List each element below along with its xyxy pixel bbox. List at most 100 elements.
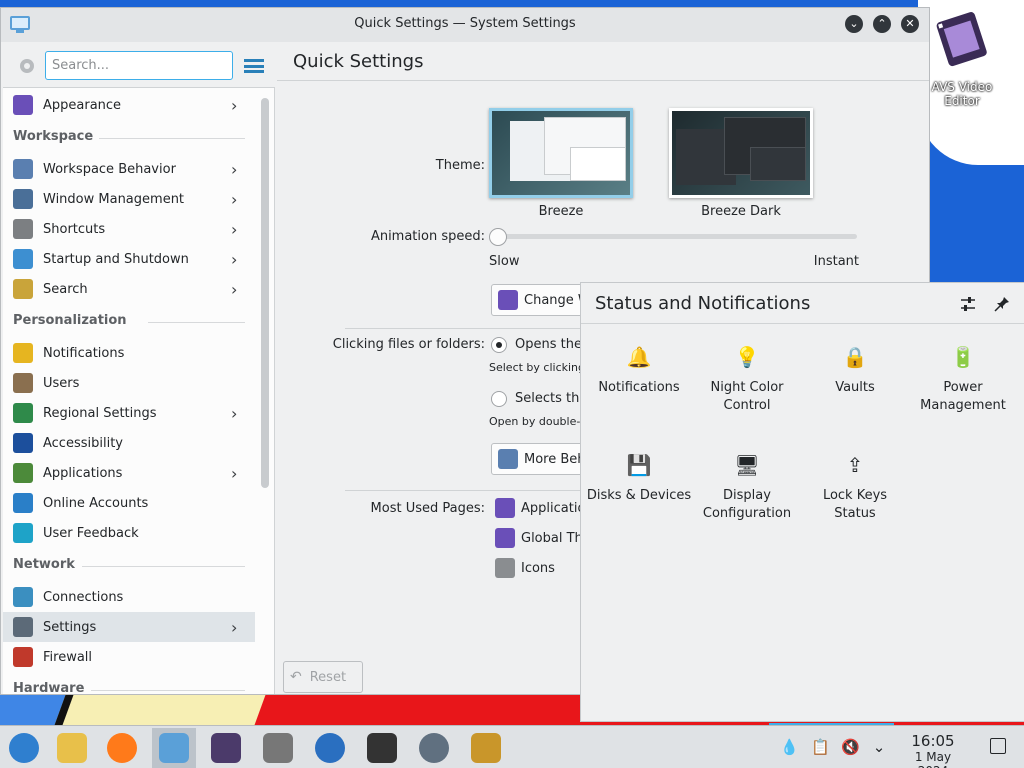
sidebar-item-firewall[interactable]: Firewall [3,642,255,672]
accessibility-icon [13,433,33,453]
configure-icon[interactable] [959,295,977,313]
popup-item-disks-devices[interactable]: 💾 Disks & Devices [585,451,693,505]
popup-item-night-color-control[interactable]: 💡 Night Color Control [693,343,801,415]
sidebar-item-startup-and-shutdown[interactable]: Startup and Shutdown › [3,244,255,274]
taskbar-kde-app[interactable] [308,728,352,768]
sidebar-item-label: Notifications [43,345,125,361]
most-used-icons[interactable]: Icons [495,558,555,578]
sidebar-item-search[interactable]: Search › [3,274,255,304]
sidebar-scrollbar[interactable] [261,98,269,488]
icons-icon [495,558,515,578]
taskbar-system-settings[interactable] [152,728,196,768]
bulb-icon: 💡 [734,345,760,369]
sidebar-item-regional-settings[interactable]: Regional Settings › [3,398,255,428]
reset-button[interactable]: ↶ Reset [283,661,363,693]
sidebar-item-notifications[interactable]: Notifications [3,338,255,368]
avs-video-editor-label[interactable]: AVS Video Editor [922,80,1002,108]
option-selects-hint: Open by double-c [489,415,587,428]
chevron-right-icon: › [231,189,238,209]
sidebar-item-accessibility[interactable]: Accessibility [3,428,255,458]
header-divider [277,80,929,81]
pin-icon[interactable] [993,295,1011,313]
sidebar-item-shortcuts[interactable]: Shortcuts › [3,214,255,244]
wallpaper-yellow [54,695,266,725]
reset-icon: ↶ [290,669,302,685]
clock-date: 1 May 2024 [914,750,952,768]
sidebar-item-label: Settings [43,619,97,635]
capslock-icon: ⇪ [846,453,864,477]
avs-video-editor-icon[interactable] [930,10,994,70]
sidebar-item-online-accounts[interactable]: Online Accounts [3,488,255,518]
popup-item-display-configuration[interactable]: 🖥 Display Configuration [693,451,801,523]
sidebar-item-workspace-behavior[interactable]: Workspace Behavior › [3,154,255,184]
sidebar-item-label: User Feedback [43,525,139,541]
title-bar[interactable]: Quick Settings — System Settings ⌄ ⌃ ✕ [1,8,929,42]
maximize-button[interactable]: ⌃ [873,15,891,33]
appearance-icon [13,95,33,115]
taskbar-compass[interactable] [412,728,456,768]
sidebar-item-applications[interactable]: Applications › [3,458,255,488]
popup-header-divider [581,323,1024,324]
taskbar-file-manager[interactable] [50,728,94,768]
theme-breeze-label: Breeze [538,204,584,219]
animation-speed-track[interactable] [497,234,857,239]
sidebar-item-label: Online Accounts [43,495,149,511]
chevron-right-icon: › [231,249,238,269]
sidebar-item-users[interactable]: Users [3,368,255,398]
popup-item-label: Power Management [920,380,1006,413]
taskbar-window-switcher[interactable] [360,728,404,768]
chevron-right-icon: › [231,617,238,637]
option-opens-label[interactable]: Opens ther [515,337,587,352]
sidebar-item-window-management[interactable]: Window Management › [3,184,255,214]
sidebar-item-user-feedback[interactable]: User Feedback [3,518,255,548]
popup-item-label: Notifications [598,380,680,395]
option-opens-hint: Select by clicking c [489,361,595,374]
search-input[interactable] [45,51,233,80]
wallpaper-icon [498,290,518,310]
popup-item-power-management[interactable]: 🔋 Power Management [909,343,1017,415]
option-selects-label[interactable]: Selects the [515,391,587,406]
popup-item-notifications[interactable]: 🔔 Notifications [585,343,693,397]
tray-expand-chevron-icon[interactable]: ⌄ [870,738,888,756]
workspace-behavior-icon [13,159,33,179]
online-accounts-icon [13,493,33,513]
taskbar-settings-gear[interactable] [464,728,508,768]
display-icon: 🖥 [734,453,760,477]
hamburger-menu-icon[interactable] [244,59,264,73]
most-used-global-theme[interactable]: Global The [495,528,591,548]
notes-tray-icon[interactable]: 📋 [811,738,830,756]
minimize-button[interactable]: ⌄ [845,15,863,33]
sidebar-item-appearance[interactable]: Appearance › [3,90,255,120]
sidebar-header-divider [90,690,245,691]
volume-muted-icon[interactable]: 🔇 [841,738,860,756]
popup-item-vaults[interactable]: 🔒 Vaults [801,343,909,397]
theme-card-breeze[interactable] [489,108,633,198]
search-icon [13,279,33,299]
animation-speed-slider[interactable] [489,228,507,246]
taskbar-xorg[interactable] [256,728,300,768]
taskbar-start-menu[interactable] [2,728,46,768]
compass-icon [419,733,449,763]
clock[interactable]: 16:05 1 May 2024 [898,732,968,768]
theme-card-breeze-dark[interactable] [669,108,813,198]
most-used-applications[interactable]: Applicatio [495,498,585,518]
popup-item-label: Vaults [835,380,875,395]
search-area [3,44,275,88]
radio-opens[interactable] [491,337,507,353]
taskbar-video-editor[interactable] [204,728,248,768]
show-desktop-icon[interactable] [990,738,1006,754]
taskbar-firefox[interactable] [100,728,144,768]
sidebar-item-connections[interactable]: Connections [3,582,255,612]
battery-icon: 🔋 [950,345,976,369]
clipboard-tray-icon[interactable]: 💧 [780,738,799,756]
sidebar-item-label: Applications [43,465,123,481]
wrench-icon[interactable] [17,56,37,76]
sidebar-item-settings[interactable]: Settings › [3,612,255,642]
radio-selects[interactable] [491,391,507,407]
close-button[interactable]: ✕ [901,15,919,33]
most-used-label: Most Used Pages: [370,501,485,516]
firewall-icon [13,647,33,667]
chevron-right-icon: › [231,403,238,423]
behavior-icon [498,449,518,469]
popup-item-lock-keys-status[interactable]: ⇪ Lock Keys Status [801,451,909,523]
